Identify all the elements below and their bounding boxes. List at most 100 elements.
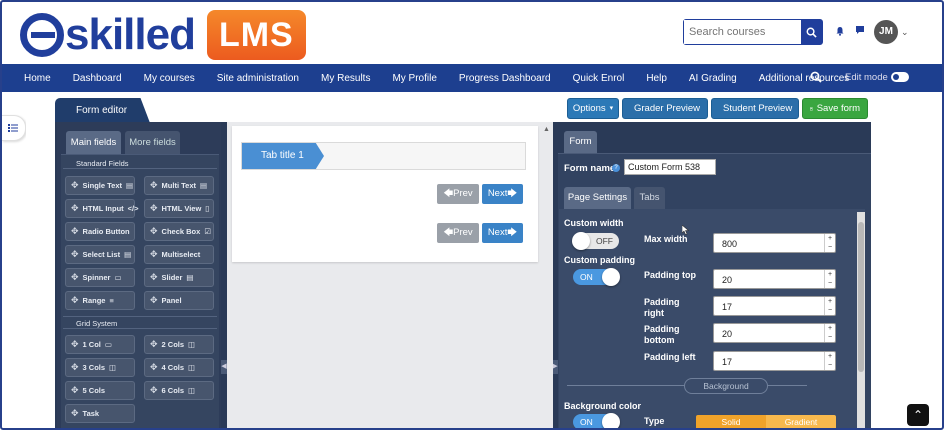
nav-additional-resources[interactable]: Additional resources [759, 73, 850, 84]
field-label: Select List [82, 250, 121, 259]
toggle-knob [602, 413, 620, 430]
back-to-top-button[interactable]: ⌃ [907, 404, 929, 426]
field-multi-text[interactable]: ✥ Multi Text ▤ [144, 176, 214, 195]
field-radio-button[interactable]: ✥ Radio Button [65, 222, 135, 241]
chevron-down-icon[interactable]: ⌄ [901, 27, 909, 38]
textarea-icon: ▤ [200, 181, 208, 190]
tab-form[interactable]: Form [564, 131, 597, 153]
tab-main-fields[interactable]: Main fields [66, 131, 121, 154]
padding-bottom-input[interactable]: 20 + − [713, 323, 836, 343]
field-single-text[interactable]: ✥ Single Text ▤ [65, 176, 135, 195]
move-icon: ✥ [71, 226, 79, 236]
prev-button[interactable]: 🡄Prev [437, 184, 479, 204]
nav-my-results[interactable]: My Results [321, 73, 370, 84]
custom-width-toggle[interactable]: OFF [572, 232, 619, 250]
nav-site-administration[interactable]: Site administration [217, 73, 299, 84]
course-index-toggle[interactable] [2, 115, 26, 141]
tab-more-fields[interactable]: More fields [125, 131, 180, 154]
field-label: 1 Col [82, 340, 101, 349]
grader-preview-button[interactable]: Grader Preview [622, 98, 708, 119]
save-form-button[interactable]: Save form [802, 98, 868, 119]
lms-badge: LMS [206, 10, 306, 60]
nav-my-profile[interactable]: My Profile [392, 73, 436, 84]
search-icon[interactable] [810, 71, 822, 83]
field-html-view[interactable]: ✥ HTML View ▯ [144, 199, 214, 218]
scrollbar-thumb[interactable] [858, 222, 864, 372]
options-dropdown-button[interactable]: Options ▾ [567, 98, 619, 119]
columns-icon: ◫ [188, 386, 196, 395]
grid-1-col[interactable]: ✥ 1 Col ▭ [65, 335, 135, 354]
move-icon: ✥ [150, 362, 158, 372]
padding-left-input[interactable]: 17 + − [713, 351, 836, 371]
stepper-buttons[interactable]: + − [824, 324, 835, 342]
group-divider [63, 168, 217, 169]
toggle-knob [572, 232, 590, 250]
field-label: HTML View [161, 204, 202, 213]
stepper-buttons[interactable]: + − [824, 297, 835, 315]
grid-3-cols[interactable]: ✥ 3 Cols ◫ [65, 358, 135, 377]
form-name-input[interactable] [624, 159, 716, 175]
save-icon [810, 107, 813, 110]
next-button[interactable]: Next🡆 [482, 223, 523, 243]
field-select-list[interactable]: ✥ Select List ▤ [65, 245, 135, 264]
field-spinner[interactable]: ✥ Spinner ▭ [65, 268, 135, 287]
column-icon: ▭ [104, 340, 112, 349]
help-icon[interactable]: ? [612, 164, 620, 172]
type-solid-option[interactable]: Solid [696, 415, 766, 430]
padding-top-input[interactable]: 20 + − [713, 269, 836, 289]
nav-dashboard[interactable]: Dashboard [73, 73, 122, 84]
field-label: HTML Input [82, 204, 124, 213]
padding-left-value: 17 [722, 357, 733, 367]
grid-5-cols[interactable]: ✥ 5 Cols [65, 381, 135, 400]
grid-system-title: Grid System [76, 319, 118, 328]
padding-top-label: Padding top [644, 270, 696, 280]
grader-preview-label: Grader Preview [634, 102, 700, 114]
field-multiselect[interactable]: ✥ Multiselect [144, 245, 214, 264]
next-button[interactable]: Next🡆 [482, 184, 523, 204]
custom-padding-toggle[interactable]: ON [573, 268, 620, 286]
max-width-label: Max width [644, 234, 688, 244]
nav-my-courses[interactable]: My courses [144, 73, 195, 84]
background-color-toggle[interactable]: ON [573, 413, 620, 430]
search-icon [806, 27, 817, 38]
nav-home[interactable]: Home [24, 73, 51, 84]
eskilled-logo[interactable]: skilled LMS [20, 10, 306, 60]
tab-tabs[interactable]: Tabs [634, 187, 665, 209]
scroll-up-icon[interactable]: ▲ [543, 126, 550, 134]
form-tab-1[interactable]: Tab title 1 [242, 143, 324, 169]
grid-6-cols[interactable]: ✥ 6 Cols ◫ [144, 381, 214, 400]
grid-4-cols[interactable]: ✥ 4 Cols ◫ [144, 358, 214, 377]
field-html-input[interactable]: ✥ HTML Input </> [65, 199, 139, 218]
stepper-buttons[interactable]: + − [824, 352, 835, 370]
stepper-buttons[interactable]: + − [824, 270, 835, 288]
stepper-buttons[interactable]: + − [824, 234, 835, 252]
bell-icon[interactable] [835, 26, 845, 36]
grid-task[interactable]: ✥ Task [65, 404, 135, 423]
move-icon: ✥ [150, 249, 158, 259]
padding-right-input[interactable]: 17 + − [713, 296, 836, 316]
nav-quick-enrol[interactable]: Quick Enrol [573, 73, 625, 84]
field-label: Spinner [82, 273, 111, 282]
tab-page-settings[interactable]: Page Settings [564, 187, 631, 209]
field-check-box[interactable]: ✥ Check Box ☑ [144, 222, 214, 241]
field-slider[interactable]: ✥ Slider ▤ [144, 268, 214, 287]
padding-bottom-label: Padding bottom [644, 324, 680, 345]
max-width-input[interactable]: 800 + − [713, 233, 836, 253]
user-avatar[interactable]: JM [874, 20, 898, 44]
grid-2-cols[interactable]: ✥ 2 Cols ◫ [144, 335, 214, 354]
search-input[interactable] [684, 20, 801, 44]
type-gradient-option[interactable]: Gradient [766, 415, 836, 430]
field-panel[interactable]: ✥ Panel [144, 291, 214, 310]
chevron-up-icon: ⌃ [912, 408, 924, 422]
nav-progress-dashboard[interactable]: Progress Dashboard [459, 73, 551, 84]
form-editor-tab[interactable]: Form editor [55, 98, 150, 123]
nav-ai-grading[interactable]: AI Grading [689, 73, 737, 84]
field-range[interactable]: ✥ Range ≡ [65, 291, 135, 310]
edit-mode-toggle[interactable] [891, 72, 909, 82]
student-preview-button[interactable]: Student Preview [711, 98, 799, 119]
spinner-icon: ▭ [114, 273, 122, 282]
message-icon[interactable] [855, 25, 865, 35]
search-button[interactable] [801, 20, 822, 44]
prev-button[interactable]: 🡄Prev [437, 223, 479, 243]
nav-help[interactable]: Help [646, 73, 667, 84]
